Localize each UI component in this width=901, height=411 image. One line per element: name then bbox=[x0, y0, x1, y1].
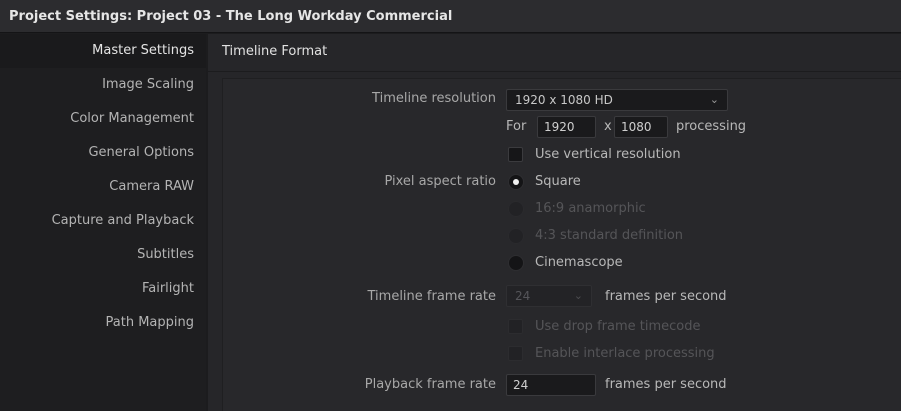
timeline-frame-rate-value: 24 bbox=[515, 289, 531, 303]
playback-frame-rate-label: Playback frame rate bbox=[364, 377, 496, 392]
sidebar-item-fairlight[interactable]: Fairlight bbox=[0, 272, 206, 306]
resolution-height-input[interactable]: 1080 bbox=[614, 116, 668, 138]
drop-frame-timecode-label: Use drop frame timecode bbox=[535, 319, 701, 334]
radio-cinemascope-label: Cinemascope bbox=[535, 255, 623, 270]
radio-square[interactable] bbox=[508, 174, 524, 190]
interlace-processing-label: Enable interlace processing bbox=[535, 346, 715, 361]
timeline-frame-rate-unit: frames per second bbox=[605, 289, 727, 304]
timeline-resolution-label: Timeline resolution bbox=[372, 91, 496, 106]
x-label: x bbox=[604, 119, 612, 134]
radio-4-3-standard-definition-label: 4:3 standard definition bbox=[535, 228, 684, 243]
timeline-frame-rate-label: Timeline frame rate bbox=[367, 289, 497, 304]
sidebar-item-master-settings[interactable]: Master Settings bbox=[0, 34, 206, 68]
vertical-resolution-label: Use vertical resolution bbox=[535, 147, 681, 162]
timeline-resolution-dropdown[interactable]: 1920 x 1080 HD ⌄ bbox=[506, 89, 728, 111]
sidebar-item-color-management[interactable]: Color Management bbox=[0, 102, 206, 136]
radio-square-label: Square bbox=[535, 174, 581, 189]
radio-cinemascope[interactable] bbox=[508, 255, 524, 271]
settings-sidebar: Master Settings Image Scaling Color Mana… bbox=[0, 34, 206, 411]
timeline-format-body: Timeline resolution 1920 x 1080 HD ⌄ For… bbox=[222, 78, 901, 411]
radio-4-3-standard-definition[interactable] bbox=[508, 228, 524, 244]
vertical-resolution-checkbox[interactable] bbox=[508, 147, 523, 162]
playback-frame-rate-unit: frames per second bbox=[605, 377, 727, 392]
playback-frame-rate-input[interactable]: 24 bbox=[506, 374, 596, 396]
settings-panel: Timeline Format Timeline resolution 1920… bbox=[208, 34, 901, 411]
sidebar-item-general-options[interactable]: General Options bbox=[0, 136, 206, 170]
sidebar-item-image-scaling[interactable]: Image Scaling bbox=[0, 68, 206, 102]
radio-16-9-anamorphic[interactable] bbox=[508, 201, 524, 217]
chevron-down-icon: ⌄ bbox=[573, 289, 583, 302]
section-title: Timeline Format bbox=[208, 34, 901, 72]
chevron-down-icon: ⌄ bbox=[709, 93, 719, 106]
radio-16-9-anamorphic-label: 16:9 anamorphic bbox=[535, 201, 646, 216]
for-label: For bbox=[506, 119, 527, 134]
drop-frame-timecode-checkbox[interactable] bbox=[508, 319, 523, 334]
pixel-aspect-ratio-label: Pixel aspect ratio bbox=[384, 174, 496, 189]
processing-label: processing bbox=[676, 119, 747, 134]
sidebar-item-camera-raw[interactable]: Camera RAW bbox=[0, 170, 206, 204]
sidebar-item-subtitles[interactable]: Subtitles bbox=[0, 238, 206, 272]
timeline-frame-rate-dropdown[interactable]: 24 ⌄ bbox=[506, 285, 592, 307]
interlace-processing-checkbox[interactable] bbox=[508, 346, 523, 361]
window-title: Project Settings: Project 03 - The Long … bbox=[0, 0, 901, 33]
resolution-width-input[interactable]: 1920 bbox=[537, 116, 596, 138]
sidebar-item-capture-and-playback[interactable]: Capture and Playback bbox=[0, 204, 206, 238]
sidebar-item-path-mapping[interactable]: Path Mapping bbox=[0, 306, 206, 340]
timeline-resolution-value: 1920 x 1080 HD bbox=[515, 93, 613, 107]
